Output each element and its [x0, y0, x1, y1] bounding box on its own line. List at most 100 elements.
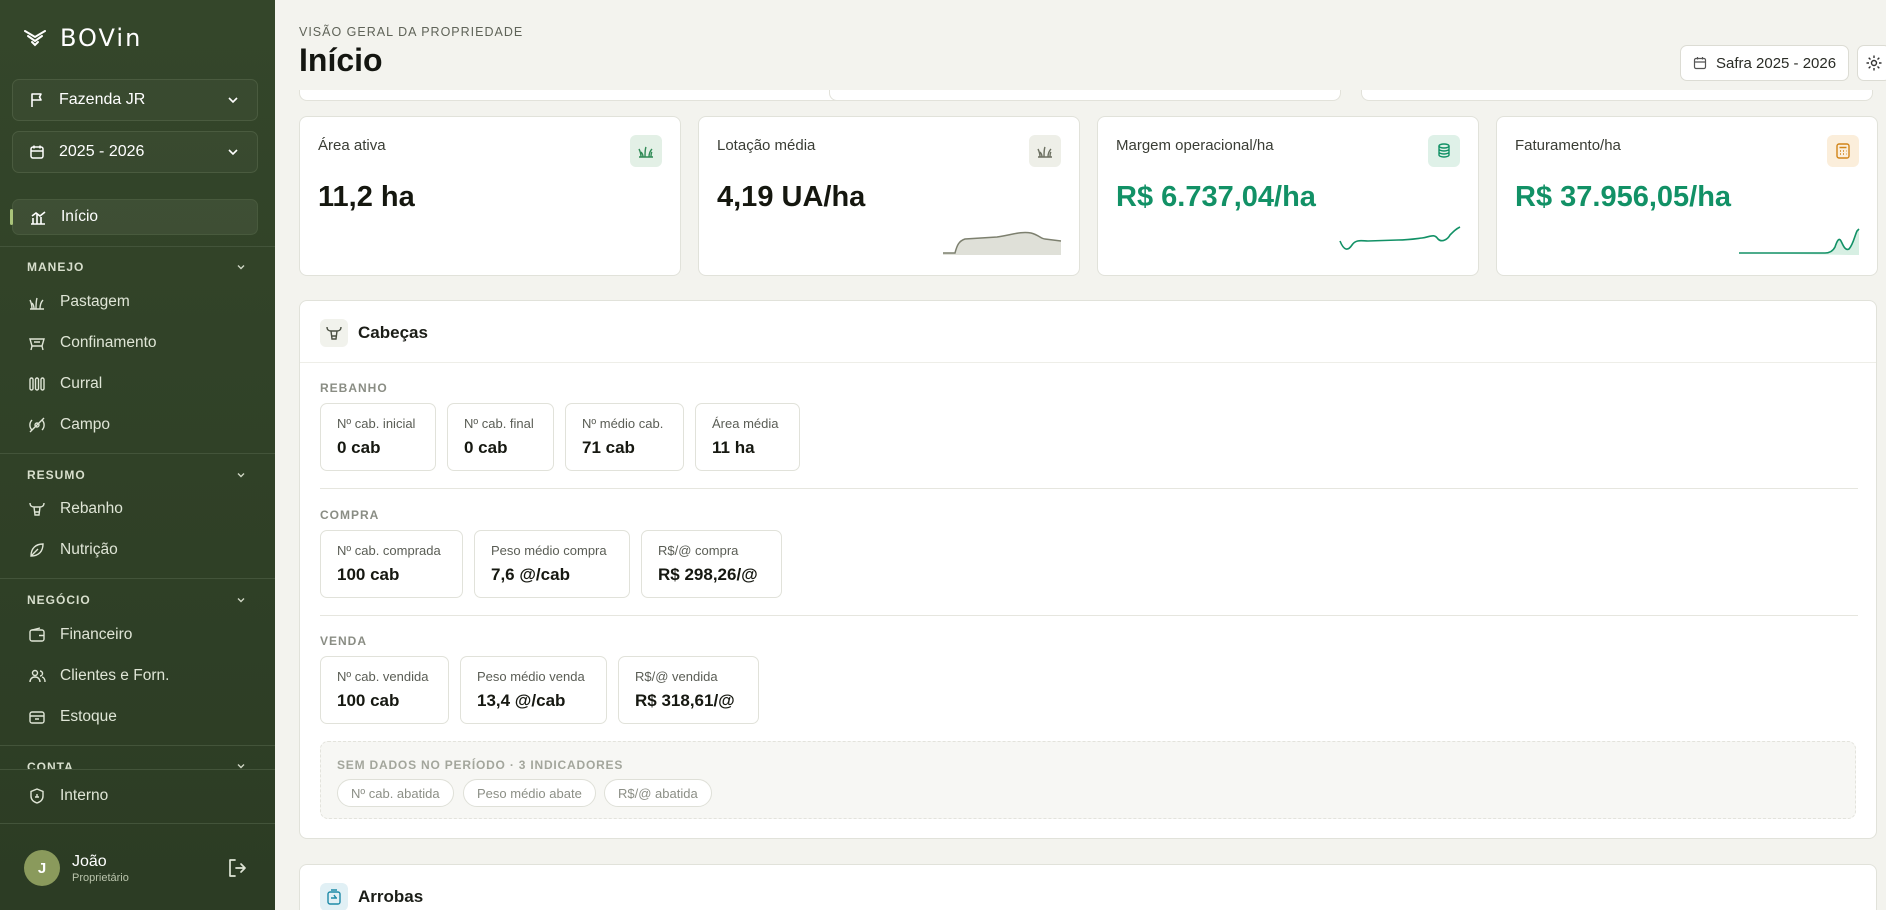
sidebar-item-interno[interactable]: Interno	[12, 778, 258, 814]
users-icon	[29, 669, 46, 683]
section-title: MANEJO	[27, 260, 85, 274]
metric-cab-comprada: Nº cab. comprada 100 cab	[320, 530, 463, 598]
group-label-venda: VENDA	[320, 634, 368, 648]
sidebar-item-nutricao[interactable]: Nutrição	[12, 532, 258, 568]
calendar-icon	[30, 145, 44, 159]
divider	[300, 362, 1876, 363]
metric-value: 0 cab	[337, 438, 381, 457]
metric-rs-arroba-compra: R$/@ compra R$ 298,26/@	[641, 530, 782, 598]
card-header: Arrobas	[320, 883, 423, 910]
metric-rs-arroba-vendida: R$/@ vendida R$ 318,61/@	[618, 656, 759, 724]
chevron-down-icon	[237, 473, 245, 478]
section-resumo[interactable]: RESUMO	[27, 468, 247, 482]
sidebar: BOVin Fazenda JR 2025 - 2026 Início MANE…	[0, 0, 275, 910]
divider	[320, 615, 1858, 616]
brand-logo[interactable]: BOVin	[24, 24, 142, 52]
kpi-value: R$ 6.737,04/ha	[1116, 181, 1316, 213]
calculator-icon	[1827, 135, 1859, 167]
sidebar-item-pastagem[interactable]: Pastagem	[12, 284, 258, 320]
metric-label: Peso médio compra	[491, 543, 607, 558]
box-icon	[29, 711, 45, 724]
brand-name: BOVin	[60, 24, 143, 52]
calendar-icon	[1693, 57, 1707, 70]
metric-value: 11 ha	[712, 438, 755, 457]
sidebar-item-label: Clientes e Forn.	[60, 667, 170, 684]
sidebar-item-label: Pastagem	[60, 293, 130, 310]
sidebar-item-estoque[interactable]: Estoque	[12, 699, 258, 735]
sidebar-item-clientes[interactable]: Clientes e Forn.	[12, 658, 258, 694]
metric-label: R$/@ compra	[658, 543, 739, 558]
sidebar-item-label: Início	[61, 208, 99, 225]
metric-label: Nº cab. inicial	[337, 416, 416, 431]
avatar: J	[24, 850, 60, 886]
sidebar-item-rebanho[interactable]: Rebanho	[12, 491, 258, 527]
divider	[0, 246, 275, 247]
metric-label: Nº médio cab.	[582, 416, 664, 431]
logout-icon[interactable]	[226, 857, 248, 879]
section-manejo[interactable]: MANEJO	[27, 260, 247, 274]
kpi-card-lotacao[interactable]: Lotação média 4,19 UA/ha	[698, 116, 1080, 276]
chevron-down-icon	[228, 149, 238, 156]
metric-area-media: Área média 11 ha	[695, 403, 800, 471]
user-profile[interactable]: J João Proprietário	[24, 850, 129, 886]
metric-peso-venda: Peso médio venda 13,4 @/cab	[460, 656, 607, 724]
chip-rs-arroba-abatida: R$/@ abatida	[604, 779, 712, 807]
bull-icon	[29, 502, 45, 516]
farm-selector[interactable]: Fazenda JR	[12, 79, 258, 121]
page-title: Início	[299, 42, 383, 78]
kpi-label: Lotação média	[717, 137, 816, 154]
section-conta[interactable]: CONTA	[27, 760, 247, 769]
user-role: Proprietário	[72, 871, 129, 884]
bull-icon	[320, 319, 348, 347]
divider	[0, 769, 275, 770]
feeder-icon	[29, 338, 45, 351]
chevron-down-icon	[237, 764, 245, 769]
season-button[interactable]: Safra 2025 - 2026	[1680, 45, 1850, 81]
sidebar-item-label: Nutrição	[60, 541, 118, 558]
sidebar-item-financeiro[interactable]: Financeiro	[12, 617, 258, 653]
kpi-value: R$ 37.956,05/ha	[1515, 181, 1732, 213]
sidebar-item-label: Rebanho	[60, 500, 123, 517]
grass-icon	[1029, 135, 1061, 167]
kpi-card-margem[interactable]: Margem operacional/ha R$ 6.737,04/ha	[1097, 116, 1479, 276]
section-title: RESUMO	[27, 468, 86, 482]
metric-value: 100 cab	[337, 565, 400, 584]
metric-cab-inicial: Nº cab. inicial 0 cab	[320, 403, 436, 471]
season-selector[interactable]: 2025 - 2026	[12, 131, 258, 173]
metric-label: R$/@ vendida	[635, 669, 718, 684]
kpi-label: Área ativa	[318, 137, 386, 154]
card-header: Cabeças	[320, 319, 428, 347]
sidebar-item-inicio[interactable]: Início	[10, 199, 258, 235]
kpi-card-area-ativa[interactable]: Área ativa 11,2 ha	[299, 116, 681, 276]
kpi-card-faturamento[interactable]: Faturamento/ha R$ 37.956,05/ha	[1496, 116, 1878, 276]
card-cabecas: Cabeças REBANHO Nº cab. inicial 0 cab Nº…	[299, 300, 1877, 839]
wallet-icon	[29, 627, 45, 642]
sidebar-item-campo[interactable]: Campo	[12, 407, 258, 443]
sidebar-item-label: Curral	[60, 375, 103, 392]
metric-cab-vendida: Nº cab. vendida 100 cab	[320, 656, 449, 724]
metric-value: 71 cab	[582, 438, 635, 457]
user-name: João	[72, 852, 107, 870]
radar-icon	[29, 417, 45, 433]
sidebar-item-confinamento[interactable]: Confinamento	[12, 325, 258, 361]
sidebar-item-curral[interactable]: Curral	[12, 366, 258, 402]
metric-cab-medio: Nº médio cab. 71 cab	[565, 403, 684, 471]
no-data-panel: SEM DADOS NO PERÍODO · 3 INDICADORES Nº …	[320, 741, 1856, 819]
section-negocio[interactable]: NEGÓCIO	[27, 593, 247, 607]
card-title: Arrobas	[358, 887, 424, 906]
section-title: CONTA	[27, 760, 74, 769]
sidebar-item-label: Interno	[60, 787, 109, 804]
settings-button[interactable]	[1857, 45, 1886, 81]
active-indicator	[10, 209, 13, 225]
page-eyebrow: VISÃO GERAL DA PROPRIEDADE	[299, 25, 524, 39]
sparkline-margem	[1339, 226, 1461, 250]
grass-icon	[630, 135, 662, 167]
metric-value: R$ 298,26/@	[658, 565, 758, 584]
grass-icon	[29, 297, 44, 310]
chevron-down-icon	[237, 265, 245, 270]
flag-icon	[31, 93, 42, 107]
divider	[320, 488, 1858, 489]
metric-label: Peso médio venda	[477, 669, 585, 684]
card-fragment	[1361, 90, 1873, 101]
divider	[0, 823, 275, 824]
